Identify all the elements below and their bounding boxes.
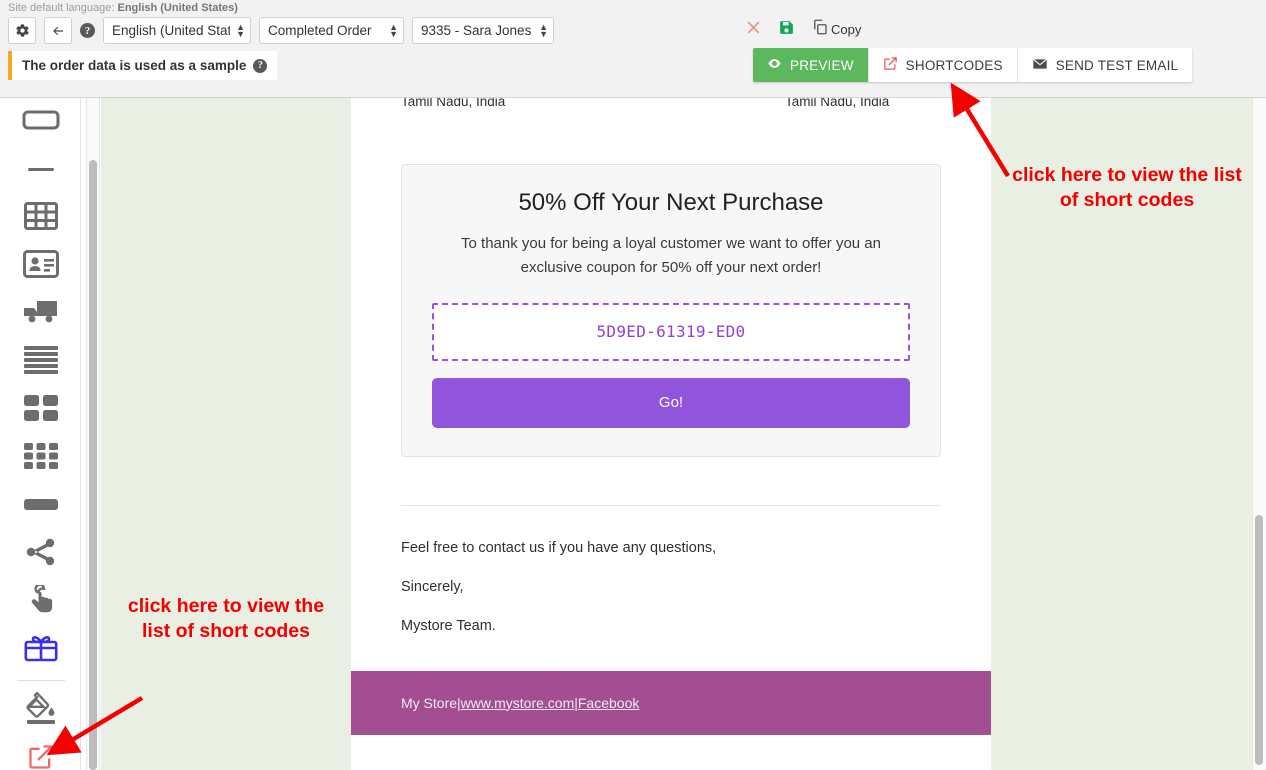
save-button[interactable] bbox=[778, 19, 795, 41]
block-palette-list bbox=[0, 98, 81, 770]
shortcodes-button-label: SHORTCODES bbox=[906, 58, 1003, 73]
document-actions: Copy bbox=[745, 18, 877, 41]
truck-icon bbox=[23, 299, 59, 330]
settings-button[interactable] bbox=[8, 17, 36, 44]
page-scrollbar-thumb[interactable] bbox=[1255, 515, 1263, 765]
eye-icon bbox=[767, 56, 782, 74]
help-icon[interactable]: ? bbox=[80, 23, 95, 38]
back-button[interactable] bbox=[44, 17, 72, 44]
top-toolbar: Site default language: English (United S… bbox=[0, 0, 1266, 98]
block-palette-sidebar bbox=[0, 98, 81, 770]
signoff-line-1: Feel free to contact us if you have any … bbox=[401, 540, 941, 556]
envelope-icon bbox=[1032, 56, 1048, 75]
site-default-language-label: Site default language: bbox=[8, 2, 114, 14]
gift-card-icon bbox=[24, 634, 58, 667]
send-test-email-button[interactable]: SEND TEST EMAIL bbox=[1018, 48, 1193, 82]
filled-bar-icon bbox=[24, 497, 58, 515]
horizontal-line-icon bbox=[28, 161, 54, 179]
sidebar-item-divider-block[interactable] bbox=[0, 146, 81, 194]
sidebar-item-customer-details-block[interactable] bbox=[0, 242, 81, 290]
billing-address-line: Tamil Nadu, India bbox=[401, 98, 505, 109]
order-status-select-value: Completed Order bbox=[268, 23, 383, 38]
share-icon bbox=[26, 538, 56, 571]
send-test-email-button-label: SEND TEST EMAIL bbox=[1056, 58, 1179, 73]
close-x-icon bbox=[745, 19, 762, 41]
sidebar-item-shortcodes-block[interactable] bbox=[0, 735, 81, 770]
sidebar-item-grid-block[interactable] bbox=[0, 434, 81, 482]
preview-button[interactable]: PREVIEW bbox=[753, 48, 869, 82]
gear-icon bbox=[15, 23, 30, 38]
sidebar-item-spacer-block[interactable] bbox=[0, 482, 81, 530]
email-template-editor: Site default language: English (United S… bbox=[0, 0, 1266, 770]
language-select-value: English (United States) bbox=[112, 23, 230, 38]
copy-label: Copy bbox=[831, 22, 861, 37]
coupon-code-box[interactable]: 5D9ED-61319-ED0 bbox=[432, 303, 910, 361]
signoff-line-2: Sincerely, bbox=[401, 579, 941, 595]
shortcodes-button[interactable]: SHORTCODES bbox=[869, 48, 1018, 82]
sidebar-item-shipping-block[interactable] bbox=[0, 290, 81, 338]
site-default-language-value: English (United States) bbox=[117, 2, 237, 14]
sidebar-divider bbox=[17, 680, 65, 681]
copy-button[interactable]: Copy bbox=[811, 18, 861, 41]
text-lines-icon bbox=[24, 346, 58, 379]
preview-button-label: PREVIEW bbox=[790, 58, 854, 73]
arrow-left-icon bbox=[50, 24, 66, 38]
sidebar-item-social-block[interactable] bbox=[0, 530, 81, 578]
coupon-code: 5D9ED-61319-ED0 bbox=[597, 322, 746, 341]
external-link-icon bbox=[883, 56, 898, 74]
rounded-rectangle-icon bbox=[22, 110, 60, 135]
chevron-updown-icon: ▲▼ bbox=[389, 24, 398, 38]
language-select[interactable]: English (United States) ▲▼ bbox=[103, 17, 251, 44]
footer-website-link[interactable]: www.mystore.com bbox=[461, 695, 575, 711]
id-card-icon bbox=[23, 250, 59, 283]
help-icon[interactable]: ? bbox=[253, 59, 267, 73]
four-squares-icon bbox=[24, 395, 58, 426]
order-select-value: 9335 - Sara Jones ( bbox=[421, 23, 533, 38]
chevron-updown-icon: ▲▼ bbox=[236, 24, 245, 38]
coupon-subtitle: To thank you for being a loyal customer … bbox=[436, 232, 906, 281]
sidebar-item-click-action-block[interactable] bbox=[0, 578, 81, 626]
save-disk-icon bbox=[778, 19, 795, 41]
email-canvas: Tamil Nadu, India Tamil Nadu, India 50% … bbox=[101, 98, 1254, 770]
editor-action-buttons: PREVIEW SHORTCODES SEN bbox=[753, 48, 1192, 82]
sample-data-notice: The order data is used as a sample ? bbox=[8, 51, 277, 80]
site-default-language: Site default language: English (United S… bbox=[8, 2, 238, 14]
table-grid-icon bbox=[24, 202, 58, 235]
paint-bucket-icon bbox=[23, 692, 59, 731]
sidebar-item-text-block[interactable] bbox=[0, 338, 81, 386]
order-select[interactable]: 9335 - Sara Jones ( ▲▼ bbox=[412, 17, 554, 44]
sidebar-item-background-block[interactable] bbox=[0, 687, 81, 735]
sidebar-scrollbar-thumb[interactable] bbox=[89, 160, 97, 770]
email-body: Tamil Nadu, India Tamil Nadu, India 50% … bbox=[351, 98, 991, 770]
coupon-go-button[interactable]: Go! bbox=[432, 378, 910, 428]
address-row: Tamil Nadu, India Tamil Nadu, India bbox=[351, 98, 991, 130]
external-link-icon bbox=[27, 743, 55, 770]
footer-social-link[interactable]: Facebook bbox=[578, 695, 639, 711]
content-divider bbox=[401, 505, 941, 506]
signoff-block[interactable]: Feel free to contact us if you have any … bbox=[401, 540, 941, 634]
sidebar-item-button-block[interactable] bbox=[0, 98, 81, 146]
signoff-line-3: Mystore Team. bbox=[401, 618, 941, 634]
copy-icon bbox=[811, 18, 829, 41]
hand-pointer-icon bbox=[27, 585, 55, 620]
editor-controls-row: ? English (United States) ▲▼ Completed O… bbox=[8, 17, 562, 44]
email-footer[interactable]: My Store | www.mystore.com | Facebook bbox=[351, 671, 991, 735]
order-status-select[interactable]: Completed Order ▲▼ bbox=[259, 17, 404, 44]
sample-data-notice-text: The order data is used as a sample bbox=[22, 58, 246, 73]
close-button[interactable] bbox=[745, 19, 762, 41]
sidebar-item-coupon-block[interactable] bbox=[0, 626, 81, 674]
sidebar-item-table-block[interactable] bbox=[0, 194, 81, 242]
footer-store-name: My Store bbox=[401, 695, 457, 711]
sidebar-item-two-column-block[interactable] bbox=[0, 386, 81, 434]
chevron-updown-icon: ▲▼ bbox=[539, 24, 548, 38]
coupon-title: 50% Off Your Next Purchase bbox=[432, 189, 910, 218]
nine-squares-icon bbox=[24, 443, 58, 474]
shipping-address-line: Tamil Nadu, India bbox=[785, 98, 889, 109]
coupon-block[interactable]: 50% Off Your Next Purchase To thank you … bbox=[401, 164, 941, 457]
